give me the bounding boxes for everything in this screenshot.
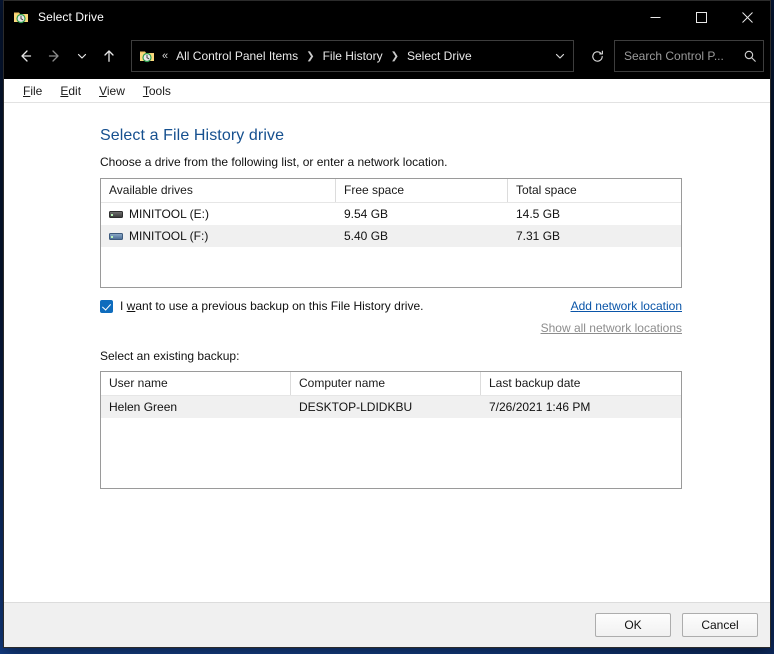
window-controls bbox=[632, 1, 770, 33]
up-button[interactable] bbox=[94, 41, 124, 71]
add-network-location-label: dd network location bbox=[578, 299, 682, 313]
show-all-network-locations-link[interactable]: Show all network locations bbox=[541, 321, 682, 335]
drive-name-cell: MINITOOL (E:) bbox=[101, 203, 336, 225]
table-row[interactable]: Helen Green DESKTOP-LDIDKBU 7/26/2021 1:… bbox=[101, 396, 681, 418]
page-title: Select a File History drive bbox=[100, 127, 285, 144]
add-network-location-link[interactable]: Add network location bbox=[571, 299, 682, 313]
maximize-button[interactable] bbox=[678, 1, 724, 33]
forward-button[interactable] bbox=[40, 41, 70, 71]
search-input[interactable]: Search Control P... bbox=[615, 49, 737, 63]
menu-accel-view: V bbox=[99, 83, 107, 98]
checkbox-label-post: ant to use a previous backup on this Fil… bbox=[135, 299, 424, 313]
main-content: Select a File History drive Choose a dri… bbox=[4, 103, 770, 602]
drive-name-label: MINITOOL (E:) bbox=[129, 207, 210, 221]
drive-free-space-cell: 9.54 GB bbox=[344, 207, 389, 221]
backups-column-last-backup-date[interactable]: Last backup date bbox=[481, 372, 681, 395]
refresh-button[interactable] bbox=[582, 42, 612, 70]
menu-item-edit[interactable]: Edit bbox=[51, 82, 90, 100]
navigation-toolbar: « All Control Panel Items ❯ File History… bbox=[4, 33, 770, 79]
backups-list-empty-area bbox=[101, 418, 681, 488]
drives-list-empty-area bbox=[101, 247, 681, 287]
search-icon bbox=[737, 49, 763, 63]
address-bar[interactable]: « All Control Panel Items ❯ File History… bbox=[131, 40, 574, 72]
backup-last-date-cell: 7/26/2021 1:46 PM bbox=[489, 400, 591, 414]
window-title: Select Drive bbox=[38, 10, 104, 24]
address-dropdown-chevron-down-icon[interactable] bbox=[547, 42, 573, 70]
menu-item-view[interactable]: View bbox=[90, 82, 134, 100]
table-row[interactable]: MINITOOL (F:) 5.40 GB 7.31 GB bbox=[101, 225, 681, 247]
previous-backup-checkbox[interactable] bbox=[100, 299, 113, 313]
dialog-footer: OK Cancel bbox=[4, 602, 770, 647]
breadcrumb: « All Control Panel Items ❯ File History… bbox=[162, 47, 547, 65]
backups-column-computer-name[interactable]: Computer name bbox=[291, 372, 481, 395]
breadcrumb-overflow-icon[interactable]: « bbox=[162, 50, 168, 62]
backups-column-user-name[interactable]: User name bbox=[101, 372, 291, 395]
menu-label-file: ile bbox=[30, 83, 43, 98]
options-row: I want to use a previous backup on this … bbox=[100, 299, 682, 343]
drive-total-space-cell: 14.5 GB bbox=[516, 207, 561, 221]
available-drives-list[interactable]: Available drives Free space Total space … bbox=[100, 178, 682, 288]
title-bar: Select Drive bbox=[4, 1, 770, 33]
add-network-location-accel: A bbox=[570, 299, 579, 313]
select-drive-window: Select Drive « All Control Panel Items ❯… bbox=[3, 0, 771, 648]
backup-user-name-cell: Helen Green bbox=[109, 400, 178, 414]
drive-name-label: MINITOOL (F:) bbox=[129, 229, 209, 243]
drives-header-row: Available drives Free space Total space bbox=[101, 179, 681, 203]
menu-item-tools[interactable]: Tools bbox=[134, 82, 180, 100]
breadcrumb-separator-icon: ❯ bbox=[390, 50, 399, 62]
breadcrumb-item-1[interactable]: File History bbox=[322, 47, 384, 65]
checkbox-label-pre: I bbox=[120, 299, 127, 313]
menu-label-view: iew bbox=[106, 83, 125, 98]
existing-backup-label: Select an existing backup: bbox=[100, 349, 240, 363]
drives-column-available-drives[interactable]: Available drives bbox=[101, 179, 336, 202]
breadcrumb-item-2[interactable]: Select Drive bbox=[406, 47, 473, 65]
minimize-button[interactable] bbox=[632, 1, 678, 33]
breadcrumb-item-0[interactable]: All Control Panel Items bbox=[175, 47, 299, 65]
drives-column-free-space[interactable]: Free space bbox=[336, 179, 508, 202]
existing-backups-list[interactable]: User name Computer name Last backup date… bbox=[100, 371, 682, 489]
drive-name-cell: MINITOOL (F:) bbox=[101, 225, 336, 247]
file-history-folder-icon bbox=[13, 9, 29, 25]
breadcrumb-separator-icon: ❯ bbox=[306, 50, 315, 62]
address-bar-file-history-folder-icon bbox=[139, 48, 155, 64]
back-button[interactable] bbox=[10, 41, 40, 71]
previous-backup-checkbox-label: I want to use a previous backup on this … bbox=[120, 299, 423, 313]
drive-free-space-cell: 5.40 GB bbox=[344, 229, 389, 243]
show-all-network-locations-accel: S bbox=[540, 321, 549, 335]
drive-icon bbox=[109, 231, 123, 241]
close-button[interactable] bbox=[724, 1, 770, 33]
show-all-network-locations-label: how all network locations bbox=[548, 321, 682, 335]
backup-computer-name-cell: DESKTOP-LDIDKBU bbox=[299, 400, 413, 414]
table-row[interactable]: MINITOOL (E:) 9.54 GB 14.5 GB bbox=[101, 203, 681, 225]
page-subtitle: Choose a drive from the following list, … bbox=[100, 155, 448, 169]
search-box[interactable]: Search Control P... bbox=[614, 40, 764, 72]
drives-column-total-space[interactable]: Total space bbox=[508, 179, 681, 202]
network-links: Add network location Show all network lo… bbox=[541, 299, 682, 343]
ok-button[interactable]: OK bbox=[595, 613, 671, 637]
backups-header-row: User name Computer name Last backup date bbox=[101, 372, 681, 396]
drive-total-space-cell: 7.31 GB bbox=[516, 229, 561, 243]
recent-locations-button[interactable] bbox=[70, 41, 94, 71]
menu-bar: File Edit View Tools bbox=[4, 79, 770, 103]
menu-label-tools: ools bbox=[148, 83, 171, 98]
previous-backup-checkbox-row[interactable]: I want to use a previous backup on this … bbox=[100, 299, 541, 313]
cancel-button[interactable]: Cancel bbox=[682, 613, 758, 637]
drive-icon bbox=[109, 209, 123, 219]
menu-item-file[interactable]: File bbox=[14, 82, 51, 100]
menu-label-edit: dit bbox=[68, 83, 82, 98]
